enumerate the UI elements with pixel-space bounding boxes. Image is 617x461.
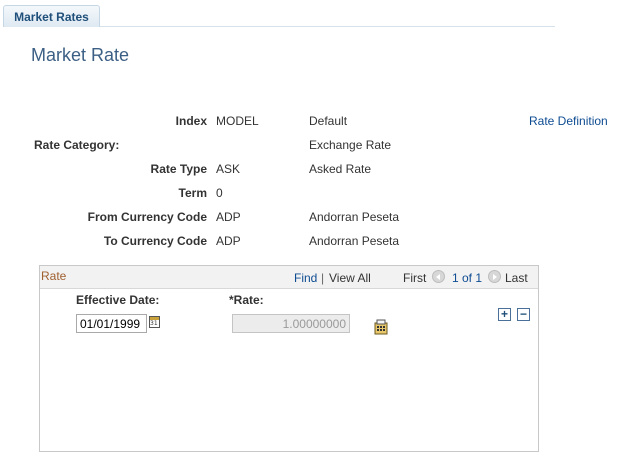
tab-divider (100, 26, 555, 27)
rate-type-value: ASK (216, 162, 241, 176)
index-value: MODEL (216, 114, 259, 128)
term-value: 0 (216, 186, 223, 200)
page-title: Market Rate (31, 45, 130, 65)
from-currency-label: From Currency Code (87, 210, 207, 224)
to-currency-label: To Currency Code (103, 234, 207, 248)
calculator-icon[interactable] (374, 319, 388, 335)
term-label: Term (178, 186, 207, 200)
effective-date-input[interactable] (76, 314, 147, 333)
add-row-button[interactable]: + (498, 308, 511, 321)
to-currency-description: Andorran Peseta (309, 234, 400, 248)
effective-date-label: Effective Date: (76, 293, 160, 307)
header-separator: | (321, 271, 325, 285)
rate-category-label: Rate Category: (34, 138, 120, 152)
pager-text: 1 of 1 (452, 271, 483, 285)
rate-type-label: Rate Type (150, 162, 207, 176)
tab-market-rates[interactable]: Market Rates (3, 5, 100, 27)
view-all-link[interactable]: View All (329, 271, 371, 285)
from-currency-description: Andorran Peseta (309, 210, 400, 224)
first-label[interactable]: First (403, 271, 426, 285)
calendar-icon[interactable] (149, 316, 160, 328)
rate-input[interactable] (232, 314, 350, 333)
index-label: Index (175, 114, 207, 128)
delete-row-button[interactable]: − (517, 308, 530, 321)
to-currency-value: ADP (216, 234, 241, 248)
rate-type-description: Asked Rate (309, 162, 372, 176)
chevron-right-icon[interactable] (488, 270, 501, 283)
chevron-left-icon[interactable] (432, 270, 445, 283)
tab-label: Market Rates (14, 9, 89, 24)
rate-definition-link[interactable]: Rate Definition (529, 114, 608, 128)
last-label[interactable]: Last (505, 271, 528, 285)
index-description: Default (309, 114, 348, 128)
rate-label: *Rate: (229, 293, 264, 307)
rate-category-description: Exchange Rate (309, 138, 392, 152)
find-link[interactable]: Find (294, 271, 317, 285)
rate-grid-title: Rate (41, 269, 67, 283)
from-currency-value: ADP (216, 210, 241, 224)
